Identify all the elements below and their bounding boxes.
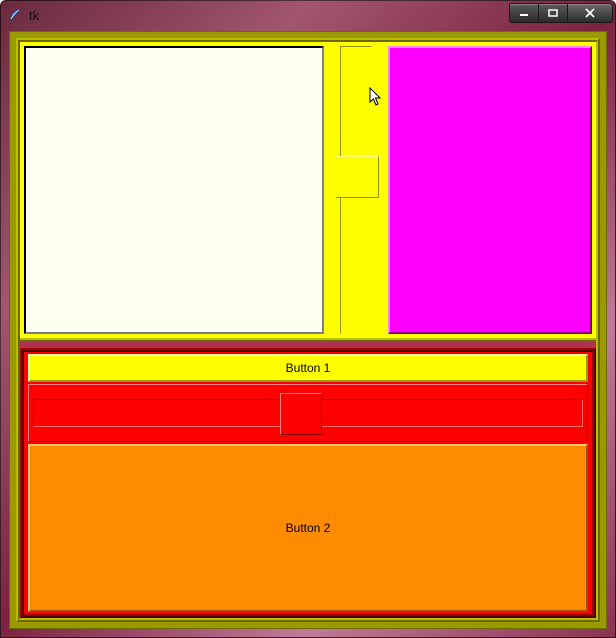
vertical-scale[interactable] [330,46,382,334]
tk-root-frame: Button 1 Button 2 [16,38,600,622]
caption-buttons [510,3,613,23]
vertical-scale-thumb[interactable] [335,156,379,198]
vertical-scale-trough[interactable] [340,46,372,334]
button-2[interactable]: Button 2 [28,444,588,612]
horizontal-scale-thumb[interactable] [280,393,322,435]
horizontal-scale[interactable] [28,384,588,442]
os-window: tk [0,0,616,638]
client-area: Button 1 Button 2 [9,31,607,629]
text-widget[interactable] [24,46,324,334]
minimize-button[interactable] [509,3,539,23]
button-1[interactable]: Button 1 [28,354,588,382]
bottom-frame: Button 1 Button 2 [20,348,596,618]
window-title: tk [29,8,510,23]
maximize-button[interactable] [538,3,568,23]
top-frame [20,42,596,342]
titlebar[interactable]: tk [1,1,615,29]
close-button[interactable] [567,3,613,23]
magenta-frame [388,46,592,334]
tk-feather-icon [7,7,23,23]
